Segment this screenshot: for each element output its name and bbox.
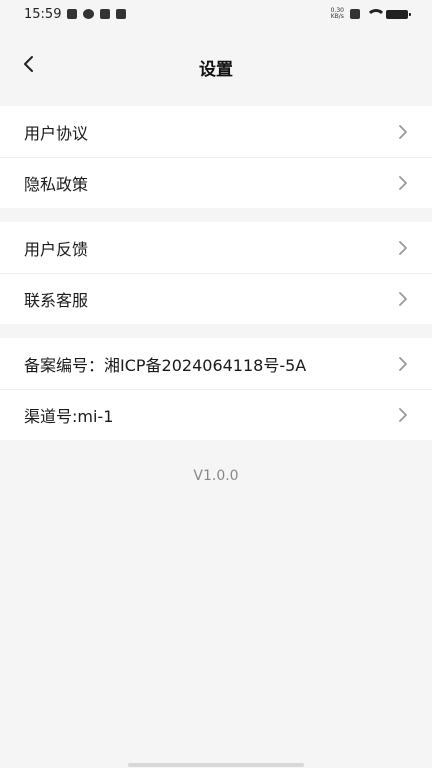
status-time: 15:59 xyxy=(24,6,62,22)
menu-item-contact-support[interactable]: 联系客服 xyxy=(0,273,432,324)
sync-icon xyxy=(83,9,95,19)
battery-icon xyxy=(386,9,411,19)
status-left: 15:59 xyxy=(24,6,127,22)
settings-group-1: 用户协议 隐私政策 xyxy=(0,106,432,208)
menu-item-label: 用户反馈 xyxy=(24,239,89,259)
wifi-icon xyxy=(366,9,386,19)
network-speed-unit: KB/s xyxy=(330,13,344,20)
menu-item-label: 隐私政策 xyxy=(24,174,89,194)
header: 设置 xyxy=(0,28,432,106)
menu-item-privacy-policy[interactable]: 隐私政策 xyxy=(0,157,432,208)
status-right: 0.30 KB/s xyxy=(331,8,411,20)
menu-item-label: 用户协议 xyxy=(24,123,89,143)
menu-item-user-feedback[interactable]: 用户反馈 xyxy=(0,222,432,273)
chevron-left-icon xyxy=(24,56,33,72)
page-title: 设置 xyxy=(199,59,233,80)
network-speed: 0.30 KB/s xyxy=(331,8,344,20)
menu-item-label: 联系客服 xyxy=(24,290,89,310)
chevron-right-icon xyxy=(399,407,407,422)
menu-item-icp-record[interactable]: 备案编号：湘ICP备2024064118号-5A xyxy=(0,338,432,389)
menu-item-label: 渠道号:mi-1 xyxy=(24,406,114,426)
status-bar: 15:59 0.30 KB/s xyxy=(0,0,432,28)
chevron-right-icon xyxy=(399,175,407,190)
shield-icon xyxy=(116,9,127,19)
settings-group-2: 用户反馈 联系客服 xyxy=(0,222,432,324)
home-indicator[interactable] xyxy=(128,763,304,767)
settings-group-3: 备案编号：湘ICP备2024064118号-5A 渠道号:mi-1 xyxy=(0,338,432,440)
chevron-right-icon xyxy=(399,124,407,139)
menu-item-channel[interactable]: 渠道号:mi-1 xyxy=(0,389,432,440)
app-version: V1.0.0 xyxy=(193,468,239,484)
back-button[interactable] xyxy=(14,50,42,78)
chevron-right-icon xyxy=(399,240,407,255)
notification-icon xyxy=(67,9,78,19)
menu-item-label: 备案编号：湘ICP备2024064118号-5A xyxy=(24,355,307,375)
mail-icon xyxy=(100,9,111,19)
chevron-right-icon xyxy=(399,356,407,371)
menu-item-user-agreement[interactable]: 用户协议 xyxy=(0,106,432,157)
close-box-icon xyxy=(350,9,360,19)
chevron-right-icon xyxy=(399,291,407,306)
